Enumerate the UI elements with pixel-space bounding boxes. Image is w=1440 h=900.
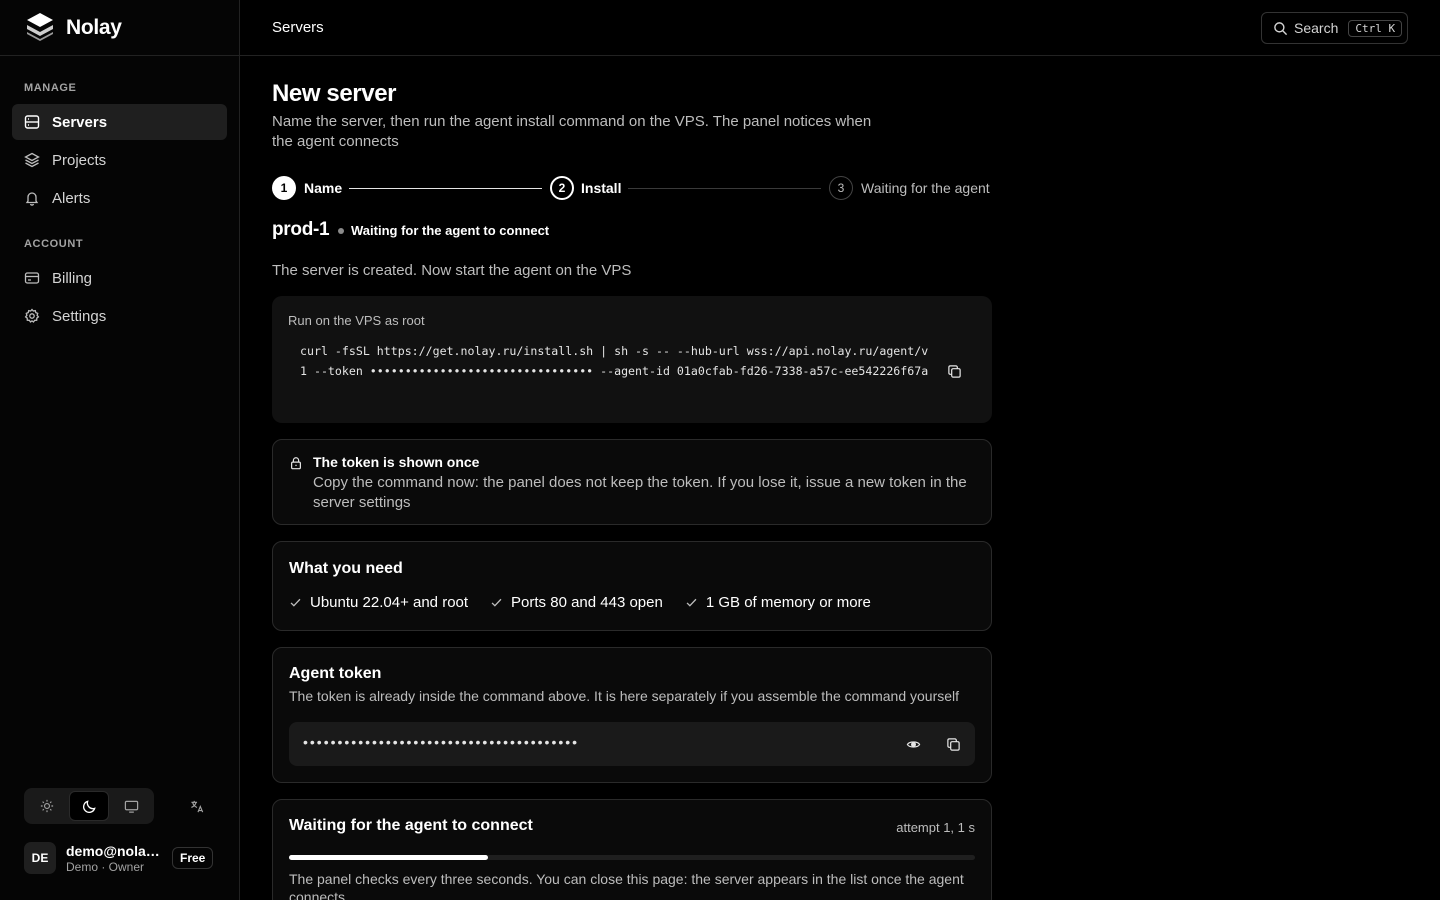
agent-token-value: •••••••••••••••••••••••••••••••••••••••• <box>303 734 580 750</box>
translate-icon <box>190 800 203 812</box>
requirements-title: What you need <box>289 560 403 577</box>
status-badge: Waiting for the agent to connect <box>338 223 549 238</box>
created-message: The server is created. Now start the age… <box>272 262 632 279</box>
step-2-label: Install <box>581 180 622 196</box>
requirement-text: 1 GB of memory or more <box>705 594 871 611</box>
sun-icon <box>40 799 54 813</box>
theme-light-button[interactable] <box>27 791 67 821</box>
copy-token-button[interactable] <box>941 732 965 756</box>
app-root: Nolay MANAGE Servers Projects Alerts ACC… <box>0 0 1440 900</box>
agent-token-card: Agent token The token is already inside … <box>272 647 992 783</box>
step-connector-2 <box>628 188 821 189</box>
requirement-item: 1 GB of memory or more <box>685 594 871 611</box>
step-1-circle: 1 <box>272 176 296 200</box>
step-3-circle: 3 <box>829 176 853 200</box>
install-command-label: Run on the VPS as root <box>288 313 425 328</box>
reveal-token-button[interactable] <box>901 732 925 756</box>
nolay-logo-icon <box>24 10 56 47</box>
language-button[interactable] <box>182 794 212 818</box>
moon-icon <box>82 799 96 813</box>
sidebar-item-label: Servers <box>52 113 108 131</box>
attempt-counter: attempt 1, 1 s <box>896 820 975 835</box>
agent-token-field[interactable]: •••••••••••••••••••••••••••••••••••••••• <box>289 722 975 766</box>
plan-badge[interactable]: Free <box>172 847 214 869</box>
user-email: demo@nolay… <box>66 842 166 859</box>
copy-command-button[interactable] <box>942 359 966 383</box>
status-dot <box>338 227 344 234</box>
requirement-item: Ubuntu 22.04+ and root <box>289 594 468 611</box>
sidebar-item-label: Billing <box>52 269 93 287</box>
page-subtitle: Name the server, then run the agent inst… <box>272 113 872 150</box>
agent-token-title: Agent token <box>289 665 382 682</box>
section-label-account: ACCOUNT <box>24 238 84 250</box>
sidebar-item-projects[interactable]: Projects <box>12 142 227 178</box>
requirement-text: Ubuntu 22.04+ and root <box>310 594 469 611</box>
page-title: New server <box>272 80 397 107</box>
step-3-label: Waiting for the agent <box>861 180 990 196</box>
theme-switcher <box>24 788 154 824</box>
agent-token-description: The token is already inside the command … <box>289 688 960 704</box>
waiting-card: Waiting for the agent to connect attempt… <box>272 799 992 900</box>
check-icon <box>491 598 502 607</box>
sidebar-item-label: Alerts <box>52 189 91 207</box>
user-role: Demo · Owner <box>66 859 145 874</box>
brand[interactable]: Nolay <box>24 12 122 44</box>
eye-icon <box>906 740 920 748</box>
check-icon <box>290 598 301 607</box>
copy-icon <box>947 364 961 378</box>
requirement-text: Ports 80 and 443 open <box>511 594 663 611</box>
user-menu[interactable]: DE demo@nolay… Demo · Owner Free <box>24 840 224 876</box>
server-icon <box>24 115 40 129</box>
brand-name: Nolay <box>66 16 122 39</box>
install-command-text[interactable]: curl -fsSL https://get.nolay.ru/install.… <box>300 342 930 381</box>
user-info: demo@nolay… Demo · Owner <box>66 843 166 874</box>
requirements-list: Ubuntu 22.04+ and root Ports 80 and 443 … <box>289 594 871 611</box>
sidebar: Nolay MANAGE Servers Projects Alerts ACC… <box>0 0 240 900</box>
search-button[interactable]: Search Ctrl K <box>1261 12 1408 44</box>
sidebar-item-label: Projects <box>52 151 107 169</box>
section-label-manage: MANAGE <box>24 82 77 94</box>
connection-progress-bar <box>289 855 975 860</box>
search-icon <box>1274 21 1288 35</box>
sidebar-item-alerts[interactable]: Alerts <box>12 180 227 216</box>
waiting-title: Waiting for the agent to connect <box>289 817 533 834</box>
monitor-icon <box>124 800 138 813</box>
topbar: Servers Search Ctrl K <box>240 0 1440 56</box>
sidebar-divider <box>0 55 240 56</box>
layers-icon <box>24 152 40 168</box>
step-connector-1 <box>349 188 542 189</box>
sidebar-item-servers[interactable]: Servers <box>12 104 227 140</box>
theme-system-button[interactable] <box>111 791 151 821</box>
copy-icon <box>946 737 960 751</box>
stepper: 1 Name 2 Install 3 Waiting for the agent <box>272 176 992 200</box>
requirement-item: Ports 80 and 443 open <box>490 594 663 611</box>
lock-icon <box>289 456 303 475</box>
bell-icon <box>25 192 39 206</box>
topbar-title: Servers <box>272 19 324 36</box>
search-label: Search <box>1294 20 1339 36</box>
requirements-card: What you need Ubuntu 22.04+ and root Por… <box>272 541 992 631</box>
install-command-box: Run on the VPS as root curl -fsSL https:… <box>272 296 992 423</box>
theme-dark-button[interactable] <box>69 791 109 821</box>
status-text: Waiting for the agent to connect <box>351 223 550 238</box>
server-name: prod-1 <box>272 219 330 240</box>
credit-card-icon <box>24 272 40 284</box>
token-warning-notice: The token is shown once Copy the command… <box>272 439 992 525</box>
gear-icon <box>24 308 40 323</box>
sidebar-item-billing[interactable]: Billing <box>12 260 227 296</box>
step-1-label: Name <box>304 180 343 196</box>
notice-body: Copy the command now: the panel does not… <box>313 474 967 511</box>
progress-fill <box>289 855 488 860</box>
sidebar-item-label: Settings <box>52 307 107 325</box>
sidebar-item-settings[interactable]: Settings <box>12 298 227 334</box>
notice-title: The token is shown once <box>313 454 480 470</box>
search-shortcut: Ctrl K <box>1348 19 1403 37</box>
step-2-circle: 2 <box>550 176 574 200</box>
check-icon <box>686 598 697 607</box>
waiting-body: The panel checks every three seconds. Yo… <box>289 871 964 900</box>
avatar: DE <box>24 842 56 874</box>
